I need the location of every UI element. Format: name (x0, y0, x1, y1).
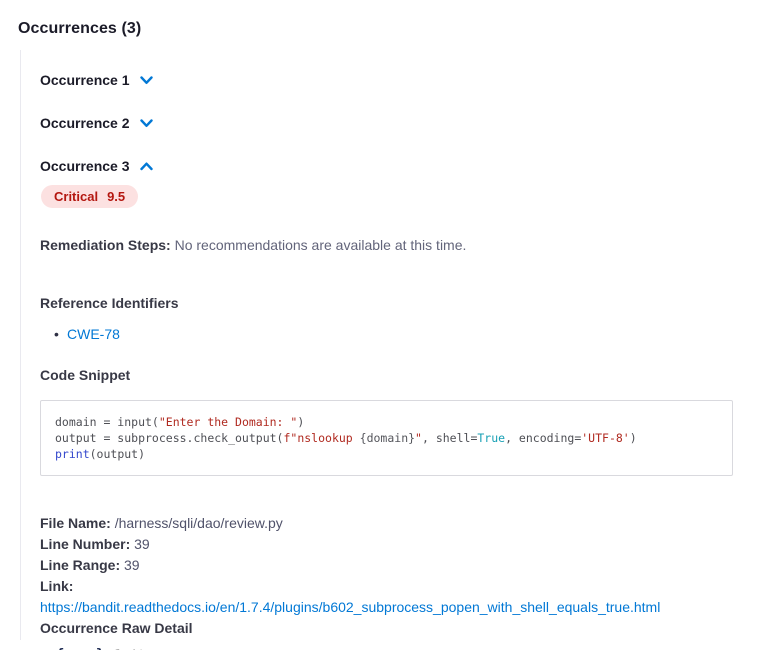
code-block: domain = input("Enter the Domain: ")outp… (40, 400, 733, 476)
link-label-row: Link: (40, 576, 753, 597)
file-name-value: /harness/sqli/dao/review.py (115, 515, 283, 531)
file-name-label: File Name: (40, 515, 111, 531)
cwe-link[interactable]: CWE-78 (67, 326, 120, 342)
code-snippet-heading: Code Snippet (40, 367, 753, 383)
code-line: print(output) (55, 446, 718, 462)
line-number-value: 39 (134, 536, 150, 552)
severity-label: Critical (54, 189, 98, 204)
json-item-count: 1 item (113, 645, 160, 650)
reference-identifiers-section: Reference Identifiers CWE-78 (40, 295, 753, 342)
reference-list: CWE-78 (40, 326, 753, 342)
line-range-label: Line Range: (40, 557, 120, 573)
line-number-row: Line Number: 39 (40, 534, 753, 555)
occurrence-3-label: Occurrence 3 (40, 158, 130, 174)
code-line: output = subprocess.check_output(f"nsloo… (55, 430, 718, 446)
json-close-brace[interactable]: } (96, 645, 104, 650)
reference-identifiers-heading: Reference Identifiers (40, 295, 753, 311)
occurrence-raw-detail-heading: Occurrence Raw Detail (40, 618, 753, 639)
occurrence-1-toggle[interactable]: Occurrence 1 (40, 72, 153, 88)
line-range-value: 39 (124, 557, 140, 573)
occurrences-panel: Occurrences (3) Occurrence 1 Occurrence … (0, 0, 771, 650)
raw-detail-json-viewer: { ... } 1 item (40, 645, 753, 650)
json-open-brace[interactable]: { (56, 645, 64, 650)
line-number-label: Line Number: (40, 536, 130, 552)
chevron-up-icon[interactable] (140, 162, 153, 171)
severity-score: 9.5 (107, 189, 125, 204)
chevron-down-icon[interactable] (140, 119, 153, 128)
occurrence-1-label: Occurrence 1 (40, 72, 130, 88)
page-title: Occurrences (3) (18, 20, 753, 38)
occurrences-rail: Occurrence 1 Occurrence 2 Occurrence 3 C… (20, 50, 753, 640)
reference-list-item: CWE-78 (67, 326, 753, 342)
json-collapsed-dots[interactable]: ... (65, 643, 94, 650)
remediation-steps: Remediation Steps: No recommendations ar… (40, 235, 753, 255)
chevron-down-icon[interactable] (140, 76, 153, 85)
occurrence-2-toggle[interactable]: Occurrence 2 (40, 115, 153, 131)
occurrence-details: File Name: /harness/sqli/dao/review.py L… (40, 513, 753, 650)
remediation-text: No recommendations are available at this… (175, 237, 467, 253)
severity-badge: Critical 9.5 (41, 185, 138, 208)
file-name-row: File Name: /harness/sqli/dao/review.py (40, 513, 753, 534)
link-label: Link: (40, 578, 73, 594)
bandit-doc-link[interactable]: https://bandit.readthedocs.io/en/1.7.4/p… (40, 597, 753, 618)
occurrence-2-label: Occurrence 2 (40, 115, 130, 131)
code-snippet-section: Code Snippet domain = input("Enter the D… (40, 367, 753, 476)
occurrence-3-toggle[interactable]: Occurrence 3 (40, 158, 153, 174)
line-range-row: Line Range: 39 (40, 555, 753, 576)
code-line: domain = input("Enter the Domain: ") (55, 414, 718, 430)
remediation-label: Remediation Steps: (40, 237, 171, 253)
